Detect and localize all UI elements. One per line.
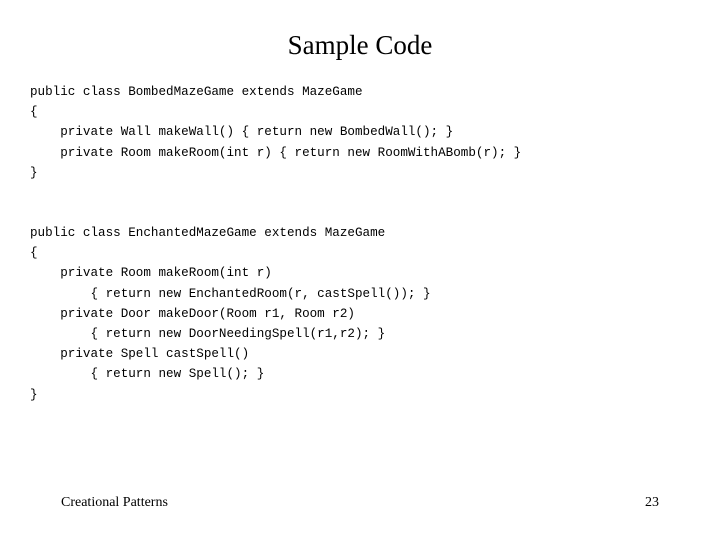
code-line: private Room makeRoom(int r) — [30, 266, 272, 281]
slide-title: Sample Code — [287, 30, 433, 60]
code-line: { — [30, 246, 38, 261]
code-line: } — [30, 387, 38, 402]
code-line: } — [30, 165, 38, 180]
code-line: { return new Spell(); } — [30, 367, 265, 382]
code-line: { — [30, 105, 38, 120]
code-line: private Wall makeWall() { return new Bom… — [30, 125, 454, 140]
code-block-enchanted-maze-game: public class EnchantedMazeGame extends M… — [30, 223, 431, 405]
code-line: { return new DoorNeedingSpell(r1,r2); } — [30, 326, 386, 341]
code-line: public class EnchantedMazeGame extends M… — [30, 226, 386, 240]
code-line: private Door makeDoor(Room r1, Room r2) — [30, 306, 355, 321]
page-number: 23 — [645, 495, 659, 510]
code-line: private Spell castSpell() — [30, 347, 250, 362]
footer-label: Creational Patterns — [61, 495, 168, 510]
code-block-bombed-maze-game: public class BombedMazeGame extends Maze… — [30, 82, 521, 183]
code-line: public class BombedMazeGame extends Maze… — [30, 85, 363, 99]
code-line: private Room makeRoom(int r) { return ne… — [30, 145, 522, 160]
code-line: { return new EnchantedRoom(r, castSpell(… — [30, 286, 431, 301]
